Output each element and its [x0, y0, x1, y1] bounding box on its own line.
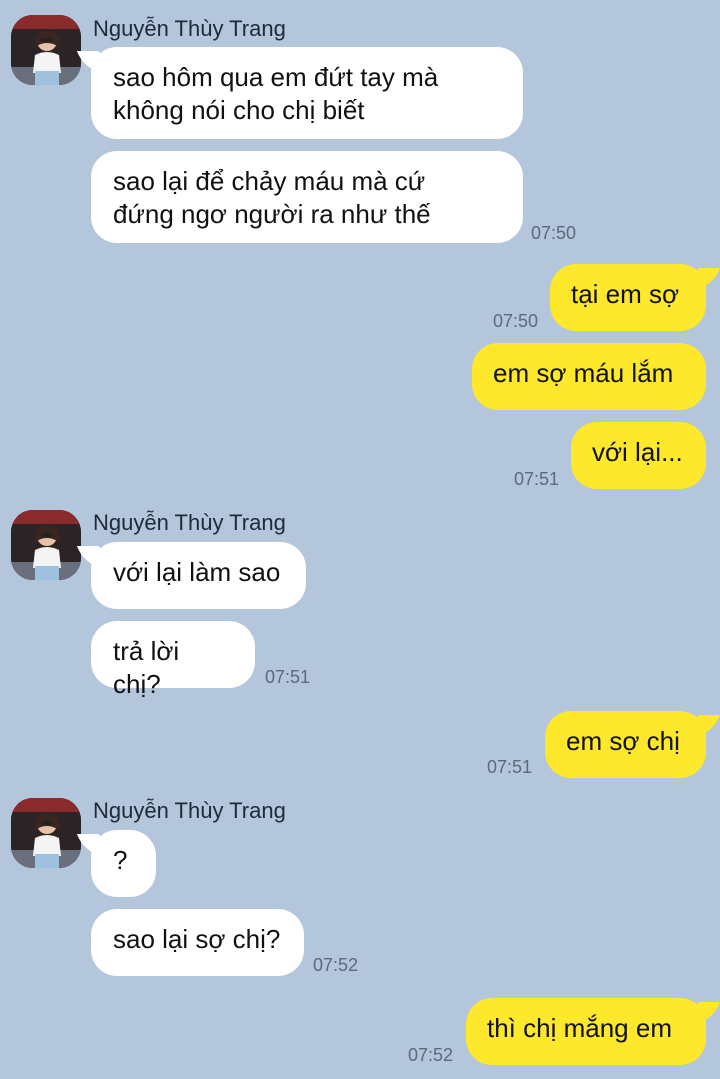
sender-name: Nguyễn Thùy Trang [93, 510, 286, 535]
avatar-photo-icon [11, 798, 81, 868]
message-timestamp: 07:52 [408, 1045, 454, 1065]
message-bubble-outgoing[interactable]: với lại... [571, 422, 706, 489]
message-timestamp: 07:50 [493, 311, 539, 331]
message-bubble-incoming[interactable]: sao lại sợ chị? [91, 909, 304, 976]
message-bubble-outgoing[interactable]: em sợ máu lắm [472, 343, 706, 410]
message-timestamp: 07:51 [514, 469, 560, 489]
sender-name: Nguyễn Thùy Trang [93, 798, 286, 823]
message-timestamp: 07:52 [313, 955, 359, 975]
message-bubble-incoming[interactable]: với lại làm sao [91, 542, 306, 609]
avatar[interactable] [11, 798, 81, 868]
message-bubble-incoming[interactable]: trả lời chị? [91, 621, 255, 699]
avatar[interactable] [11, 510, 81, 580]
message-bubble-incoming[interactable]: ? [91, 830, 156, 897]
message-timestamp: 07:51 [265, 667, 311, 687]
message-bubble-incoming[interactable]: sao hôm qua em đứt tay mà không nói cho … [91, 47, 523, 139]
avatar[interactable] [11, 15, 81, 85]
sender-name: Nguyễn Thùy Trang [93, 16, 286, 41]
message-timestamp: 07:51 [487, 757, 533, 777]
message-bubble-outgoing[interactable]: em sợ chị [545, 711, 706, 778]
message-bubble-outgoing[interactable]: thì chị mắng em [466, 998, 706, 1065]
message-timestamp: 07:50 [531, 223, 577, 243]
avatar-photo-icon [11, 15, 81, 85]
message-bubble-outgoing[interactable]: tại em sợ [550, 264, 706, 331]
message-bubble-incoming[interactable]: sao lại để chảy máu mà cứ đứng ngơ người… [91, 151, 523, 243]
avatar-photo-icon [11, 510, 81, 580]
